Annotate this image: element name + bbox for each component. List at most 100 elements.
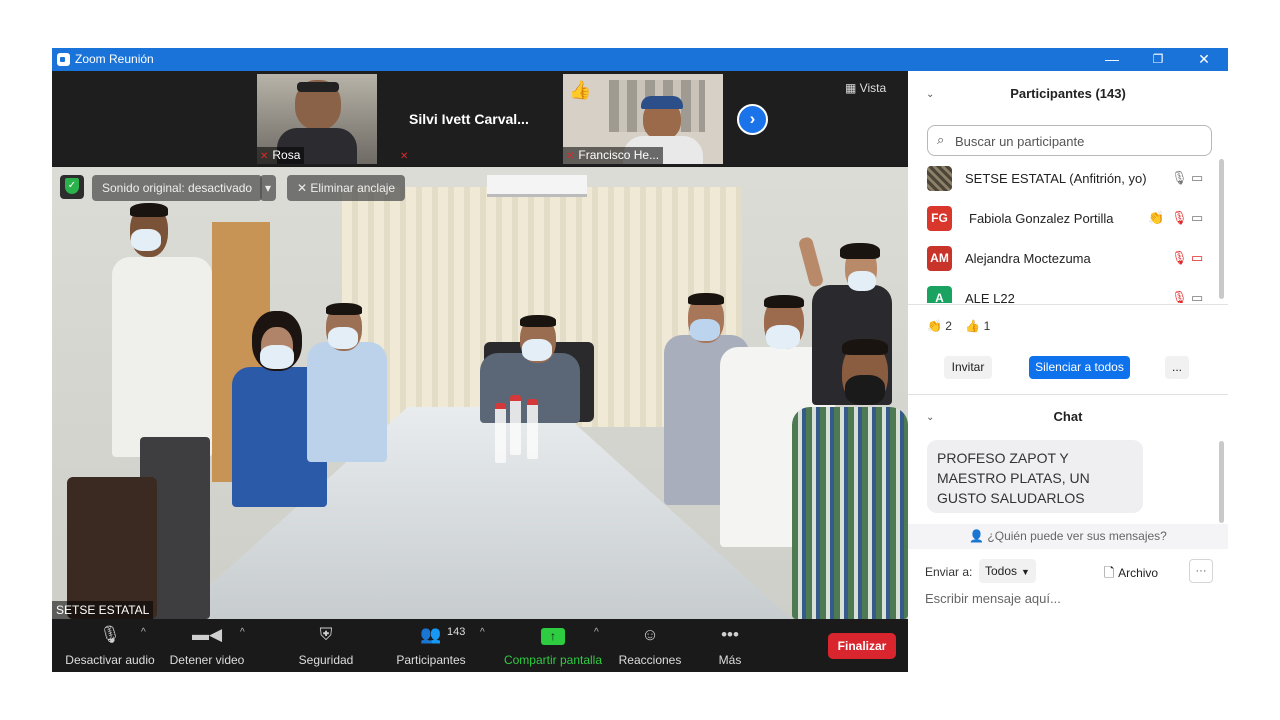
- participants-count: 143: [447, 626, 466, 638]
- close-button[interactable]: ✕: [1181, 48, 1227, 71]
- who-can-see-messages[interactable]: 👤 ¿Quién puede ver sus mensajes?: [908, 524, 1228, 549]
- side-panel: ⌄ Participantes (143) ⌕ Buscar un partic…: [908, 71, 1228, 672]
- more-label: Más: [718, 653, 742, 667]
- share-caret-button[interactable]: ^: [594, 627, 599, 638]
- participant-name: Fabiola Gonzalez Portilla: [969, 211, 1114, 226]
- thumb-name-tag: ✕ Francisco He...: [563, 147, 664, 164]
- chat-message: PROFESO ZAPOT Y MAESTRO PLATAS, UN GUSTO…: [927, 440, 1143, 513]
- sunglasses: [297, 82, 339, 92]
- send-to-dropdown[interactable]: Todos ▼: [979, 559, 1036, 583]
- participants-label: Participantes: [396, 653, 466, 667]
- muted-mic-icon: ✕: [566, 151, 575, 162]
- chat-more-button[interactable]: ···: [1189, 559, 1213, 583]
- original-sound-button[interactable]: Sonido original: desactivado: [92, 175, 263, 201]
- security-button[interactable]: ⛨ Seguridad: [292, 619, 360, 672]
- video-label: Detener video: [169, 653, 245, 667]
- file-button[interactable]: 🗋 Archivo: [1104, 564, 1158, 586]
- unpin-button[interactable]: ✕ Eliminar anclaje: [287, 175, 406, 201]
- divider: [908, 394, 1228, 395]
- avatar: [927, 166, 952, 191]
- view-button[interactable]: ▦ Vista: [845, 81, 886, 95]
- clapping-hands-icon: 👏: [927, 319, 942, 333]
- chat-title: Chat: [1053, 409, 1083, 424]
- send-to-value: Todos: [985, 564, 1018, 578]
- participant-row[interactable]: SETSE ESTATAL (Anfitrión, yo) 🎙 ▭: [927, 159, 1212, 199]
- clap-count: 2: [945, 319, 952, 333]
- share-screen-icon: ↑: [500, 619, 606, 645]
- more-button[interactable]: ••• Más: [704, 619, 756, 672]
- gallery-strip: ✕ Rosa Silvi Ivett Carval... ✕ 👍 ✕ Francis…: [52, 71, 908, 166]
- file-icon: 🗋: [1104, 565, 1119, 580]
- video-camera-icon[interactable]: ▭: [1191, 210, 1203, 226]
- air-conditioner: [487, 175, 587, 197]
- unpin-label: Eliminar anclaje: [310, 181, 396, 195]
- water-bottle: [527, 399, 538, 459]
- file-label: Archivo: [1118, 566, 1159, 580]
- participant-row[interactable]: FG Fabiola Gonzalez Portilla 👏 🎙 ▭: [927, 199, 1212, 239]
- security-label: Seguridad: [298, 653, 354, 667]
- audio-caret-button[interactable]: ^: [141, 627, 146, 638]
- meeting-toolbar: 🎙 Desactivar audio ^ ▬◀ Detener video ^ …: [52, 619, 908, 672]
- participants-caret-button[interactable]: ^: [480, 627, 485, 638]
- water-bottle: [510, 395, 521, 455]
- share-screen-button[interactable]: ↑ Compartir pantalla: [500, 619, 606, 672]
- invite-button[interactable]: Invitar: [944, 356, 992, 379]
- thumbs-up-icon: 👍: [569, 80, 592, 100]
- clapping-hands-icon: 👏: [1148, 210, 1165, 225]
- mute-label: Desactivar audio: [65, 653, 155, 667]
- end-meeting-button[interactable]: Finalizar: [828, 633, 896, 659]
- title-bar: Zoom Reunión — ❐ ✕: [52, 48, 1228, 71]
- restore-button[interactable]: ❐: [1135, 48, 1181, 71]
- participants-scrollbar[interactable]: [1219, 159, 1224, 299]
- video-off-icon[interactable]: ▭: [1191, 250, 1203, 266]
- participant-name-large: Silvi Ivett Carval...: [409, 111, 529, 127]
- search-placeholder: Buscar un participante: [955, 134, 1085, 149]
- send-to-label: Enviar a:: [925, 565, 973, 579]
- stop-video-button[interactable]: ▬◀ Detener video: [165, 619, 249, 672]
- audio-options-dropdown[interactable]: ▾: [260, 175, 277, 201]
- search-icon: ⌕: [937, 132, 945, 147]
- participant-row[interactable]: A ALE L22 🎙 ▭: [927, 279, 1212, 303]
- participants-more-button[interactable]: ...: [1165, 356, 1189, 379]
- video-camera-icon[interactable]: ▭: [1191, 170, 1203, 186]
- mute-all-button[interactable]: Silenciar a todos: [1029, 356, 1130, 379]
- participant-thumb-silvi[interactable]: Silvi Ivett Carval... ✕: [397, 74, 557, 164]
- water-bottle: [495, 403, 506, 463]
- grid-icon: ▦: [845, 81, 860, 95]
- muted-mic-icon: ✕: [400, 151, 409, 162]
- avatar: AM: [927, 246, 952, 271]
- video-caret-button[interactable]: ^: [240, 627, 245, 638]
- muted-mic-icon: ✕: [260, 151, 269, 162]
- microphone-icon[interactable]: 🎙: [1171, 170, 1188, 186]
- participant-list: SETSE ESTATAL (Anfitrión, yo) 🎙 ▭ FG Fab…: [908, 159, 1228, 303]
- participant-thumb-rosa[interactable]: ✕ Rosa: [257, 74, 377, 164]
- view-label: Vista: [859, 81, 887, 95]
- thumbs-up-count: 1: [983, 319, 991, 333]
- video-area: ✕ Rosa Silvi Ivett Carval... ✕ 👍 ✕ Francis…: [52, 71, 908, 672]
- zoom-app-icon: [57, 53, 70, 66]
- chat-scrollbar[interactable]: [1219, 441, 1224, 523]
- participant-search-input[interactable]: ⌕ Buscar un participante: [927, 125, 1212, 156]
- participant-thumb-francisco[interactable]: 👍 ✕ Francisco He...: [563, 74, 723, 164]
- emoji-icon: ☺: [641, 625, 659, 644]
- reactions-button[interactable]: ☺ Reacciones: [616, 619, 684, 672]
- participant-name: Alejandra Moctezuma: [965, 251, 1091, 266]
- cap: [641, 96, 683, 109]
- muted-microphone-icon[interactable]: 🎙: [1171, 250, 1188, 266]
- speaker-name-tag: SETSE ESTATAL: [52, 601, 154, 619]
- muted-microphone-icon[interactable]: 🎙: [1171, 290, 1188, 303]
- reactions-label: Reacciones: [618, 653, 682, 667]
- original-sound-label: Sonido original: desactivado: [102, 181, 253, 195]
- muted-microphone-icon[interactable]: 🎙: [1171, 210, 1188, 226]
- pin-icon: ✕: [297, 181, 311, 195]
- participant-row[interactable]: AM Alejandra Moctezuma 🎙 ▭: [927, 239, 1212, 279]
- chat-message-input[interactable]: Escribir mensaje aquí...: [925, 591, 1215, 615]
- window-title: Zoom Reunión: [75, 52, 154, 66]
- participant-name: SETSE ESTATAL (Anfitrión, yo): [965, 171, 1147, 186]
- who-can-see-label: ¿Quién puede ver sus mensajes?: [987, 529, 1167, 543]
- next-page-button[interactable]: ›: [737, 104, 768, 135]
- main-video[interactable]: Sonido original: desactivado ▾ ✕ Elimina…: [52, 167, 908, 619]
- avatar: A: [927, 286, 952, 303]
- video-camera-icon[interactable]: ▭: [1191, 290, 1203, 303]
- minimize-button[interactable]: —: [1089, 48, 1135, 71]
